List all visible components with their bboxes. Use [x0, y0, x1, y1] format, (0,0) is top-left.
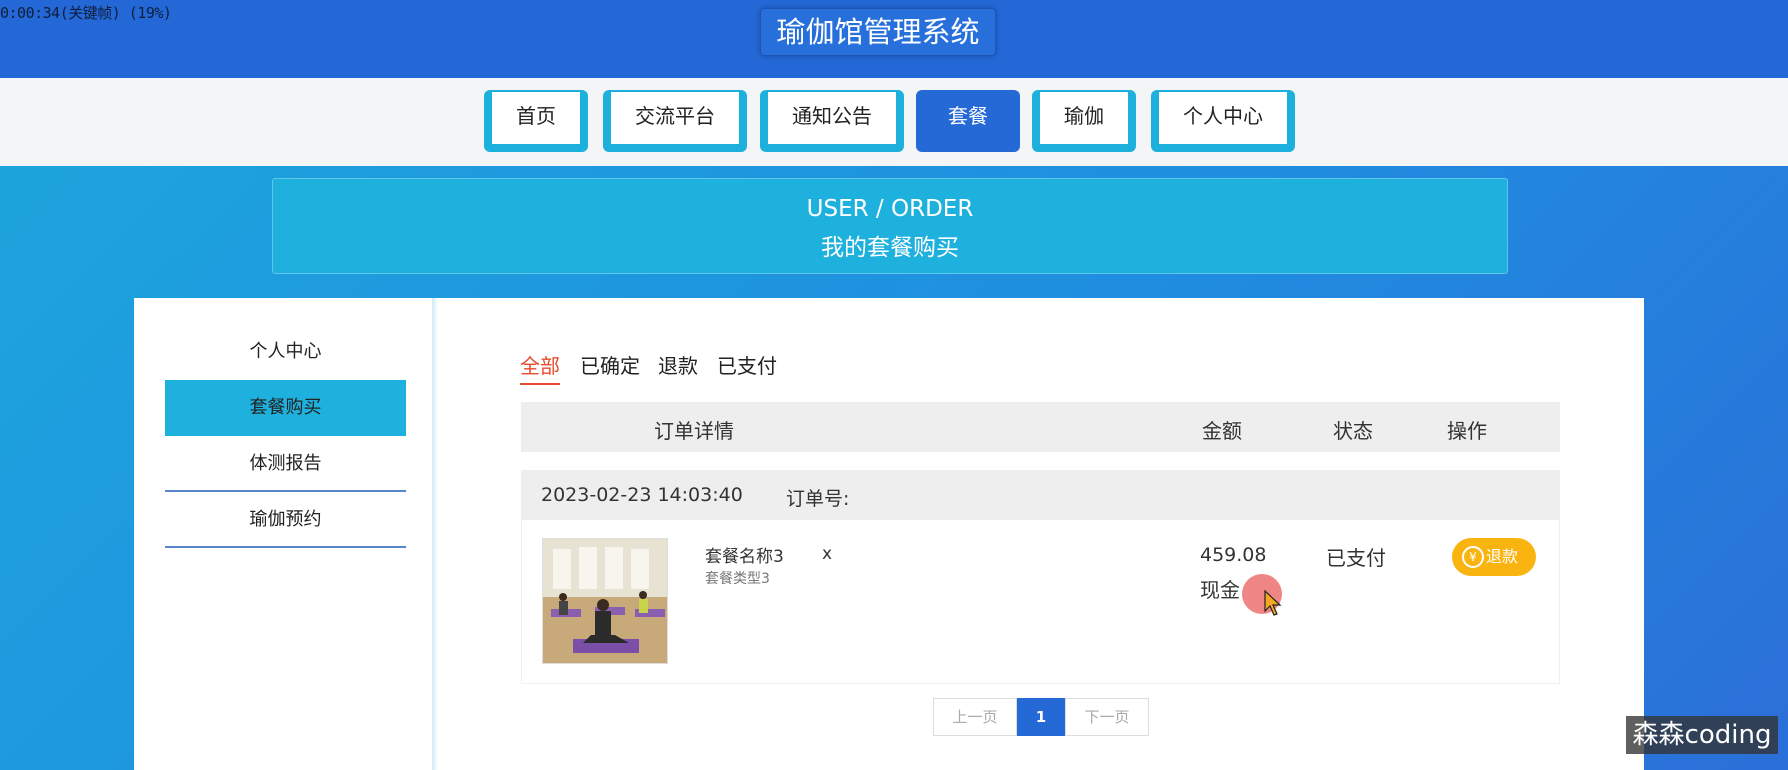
order-status: 已支付	[1326, 546, 1386, 570]
order-price: 459.08	[1200, 544, 1267, 566]
sidebar-item-fitness-report[interactable]: 体测报告	[165, 436, 406, 492]
header-action: 操作	[1447, 419, 1487, 443]
banner-title-cn: 我的套餐购买	[821, 235, 959, 261]
order-table-header: 订单详情 金额 状态 操作	[521, 402, 1560, 452]
pager-next-button[interactable]: 下一页	[1065, 698, 1149, 736]
banner-title-en: USER / ORDER	[806, 196, 974, 222]
yoga-class-photo-icon	[543, 539, 667, 663]
filter-tab-all[interactable]: 全部	[520, 350, 560, 385]
refund-button-label: 退款	[1486, 547, 1519, 566]
product-type: 套餐类型3	[705, 571, 770, 587]
refund-button[interactable]: ¥ 退款	[1452, 538, 1536, 576]
order-number-label: 订单号:	[786, 488, 850, 510]
pager-prev-button[interactable]: 上一页	[933, 698, 1017, 736]
order-panel: 全部 已确定 退款 已支付 订单详情 金额 状态 操作 2023-02-23 1…	[438, 298, 1644, 770]
filter-tab-confirmed[interactable]: 已确定	[580, 350, 640, 383]
filter-tab-refund[interactable]: 退款	[658, 350, 698, 383]
nav-packages[interactable]: 套餐	[916, 90, 1020, 152]
nav-yoga[interactable]: 瑜伽	[1032, 90, 1136, 152]
nav-user-center[interactable]: 个人中心	[1151, 90, 1295, 152]
product-name: 套餐名称3	[705, 547, 784, 567]
header-amount: 金额	[1202, 419, 1242, 443]
page-banner: USER / ORDER 我的套餐购买	[272, 178, 1508, 274]
sidebar-item-user-center[interactable]: 个人中心	[165, 324, 406, 380]
product-quantity: x	[822, 544, 833, 564]
sidebar: 个人中心 套餐购买 体测报告 瑜伽预约	[134, 298, 434, 770]
header-status: 状态	[1333, 419, 1373, 443]
channel-watermark: 森森coding	[1626, 716, 1778, 754]
recorder-overlay-text: 0:00:34(关键帧) (19%)	[0, 4, 172, 22]
sidebar-item-yoga-booking[interactable]: 瑜伽预约	[165, 492, 406, 548]
nav-home[interactable]: 首页	[484, 90, 588, 152]
pager-page-1[interactable]: 1	[1017, 698, 1065, 736]
mouse-cursor-icon	[1264, 590, 1282, 616]
filter-tab-paid[interactable]: 已支付	[717, 350, 777, 383]
nav-notices[interactable]: 通知公告	[760, 90, 904, 152]
order-datetime: 2023-02-23 14:03:40	[541, 484, 743, 506]
order-meta-row: 2023-02-23 14:03:40 订单号:	[521, 470, 1560, 520]
nav-forum[interactable]: 交流平台	[603, 90, 747, 152]
product-thumbnail[interactable]	[542, 538, 668, 664]
main-nav: 首页 交流平台 通知公告 套餐 瑜伽 个人中心	[0, 78, 1788, 166]
payment-type: 现金	[1200, 578, 1240, 602]
order-row: 套餐名称3 套餐类型3 x 459.08 现金 已支付 ¥ 退款	[521, 520, 1560, 684]
sidebar-item-package-orders[interactable]: 套餐购买	[165, 380, 406, 436]
site-title: 瑜伽馆管理系统	[760, 8, 996, 56]
yen-coin-icon: ¥	[1462, 546, 1484, 568]
header-order-detail: 订单详情	[654, 419, 734, 443]
top-header-bar: 0:00:34(关键帧) (19%) 瑜伽馆管理系统	[0, 0, 1788, 78]
